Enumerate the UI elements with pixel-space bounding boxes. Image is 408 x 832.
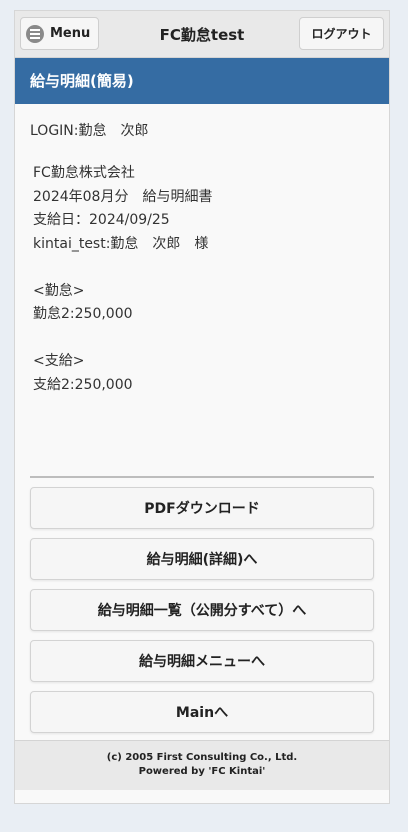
payslip-summary: FC勤怠株式会社 2024年08月分 給与明細書 支給日：2024/09/25 … [33,162,374,397]
payslip-line: <支給> [33,353,85,369]
payslip-line: 2024年08月分 給与明細書 [33,188,213,205]
page-container: Menu FC勤怠test ログアウト 給与明細(簡易) LOGIN:勤怠 次郎… [14,10,390,804]
divider [30,476,374,478]
payslip-menu-button[interactable]: 給与明細メニューへ [30,640,374,682]
payslip-line: FC勤怠株式会社 [33,165,135,181]
payslip-detail-button[interactable]: 給与明細(詳細)へ [30,538,374,580]
main-button[interactable]: Mainへ [30,691,374,733]
main-content: LOGIN:勤怠 次郎 FC勤怠株式会社 2024年08月分 給与明細書 支給日… [15,120,389,733]
login-user: LOGIN:勤怠 次郎 [30,123,149,139]
logout-button[interactable]: ログアウト [299,17,384,50]
payslip-line: 支給2:250,000 [33,376,133,393]
app-footer: (c) 2005 First Consulting Co., Ltd. Powe… [15,740,389,790]
app-header: Menu FC勤怠test ログアウト [15,11,389,58]
page-title: 給与明細(簡易) [15,58,389,104]
payslip-line: 勤怠2:250,000 [33,306,133,322]
payslip-line: kintai_test:勤怠 次郎 様 [33,235,209,252]
pdf-download-button[interactable]: PDFダウンロード [30,487,374,529]
payslip-line [33,256,374,280]
payslip-line: 支給日：2024/09/25 [33,212,170,228]
powered-by-text: Powered by 'FC Kintai' [138,766,266,777]
payslip-line [33,327,374,351]
copyright-text: (c) 2005 First Consulting Co., Ltd. [106,752,298,763]
action-buttons: PDFダウンロード 給与明細(詳細)へ 給与明細一覧（公開分すべて）へ 給与明細… [30,487,374,733]
payslip-list-button[interactable]: 給与明細一覧（公開分すべて）へ [30,589,374,631]
payslip-line: <勤怠> [33,282,85,299]
